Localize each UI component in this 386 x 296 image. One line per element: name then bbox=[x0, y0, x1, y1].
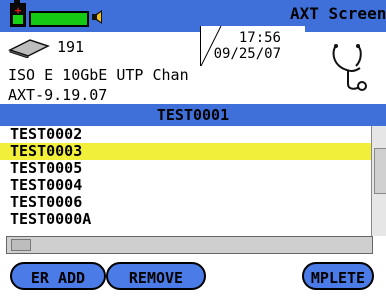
complete-button[interactable]: MPLETE bbox=[302, 262, 374, 290]
list-item[interactable]: TEST0003 bbox=[0, 143, 371, 160]
button-bar: ER ADD REMOVE MPLETE bbox=[0, 256, 386, 296]
battery-icon: + bbox=[10, 3, 26, 27]
date-display: 09/25/07 bbox=[213, 46, 281, 62]
level-meter bbox=[29, 11, 89, 27]
speaker-icon[interactable] bbox=[92, 9, 106, 25]
vertical-scroll-thumb[interactable] bbox=[374, 148, 386, 194]
list-header: TEST0001 bbox=[0, 104, 386, 126]
cable-standard-label: ISO E 10GbE UTP Chan bbox=[8, 66, 189, 84]
list-item[interactable]: TEST0004 bbox=[0, 177, 371, 194]
horizontal-scrollbar[interactable] bbox=[6, 236, 373, 254]
remove-button[interactable]: REMOVE bbox=[106, 262, 206, 290]
top-status-bar: + AXT Screen bbox=[0, 0, 386, 32]
level-meter-fill bbox=[31, 13, 87, 25]
list-item[interactable]: TEST0002 bbox=[0, 126, 371, 143]
clock-box: 17:56 09/25/07 bbox=[200, 26, 305, 66]
list-item[interactable]: TEST0005 bbox=[0, 160, 371, 177]
list-item[interactable]: TEST0000A bbox=[0, 211, 371, 228]
battery-fill bbox=[13, 15, 23, 24]
test-list[interactable]: TEST0002 TEST0003 TEST0005 TEST0004 TEST0006… bbox=[0, 126, 371, 236]
battery-cap bbox=[14, 0, 20, 3]
info-panel: 191 17:56 09/25/07 ISO E 10GbE UTP Chan … bbox=[0, 26, 386, 104]
time-display: 17:56 bbox=[238, 30, 281, 46]
vertical-scrollbar[interactable] bbox=[371, 126, 386, 236]
horizontal-scroll-thumb[interactable] bbox=[11, 239, 31, 251]
stethoscope-icon[interactable] bbox=[326, 40, 372, 94]
list-item[interactable]: TEST0006 bbox=[0, 194, 371, 211]
job-name-label: AXT-9.19.07 bbox=[8, 86, 108, 104]
add-button[interactable]: ER ADD bbox=[10, 262, 106, 290]
tape-icon bbox=[8, 39, 50, 58]
list-header-label: TEST0001 bbox=[156, 106, 230, 124]
record-count: 191 bbox=[57, 38, 85, 56]
app-title: AXT Screen bbox=[290, 4, 386, 23]
